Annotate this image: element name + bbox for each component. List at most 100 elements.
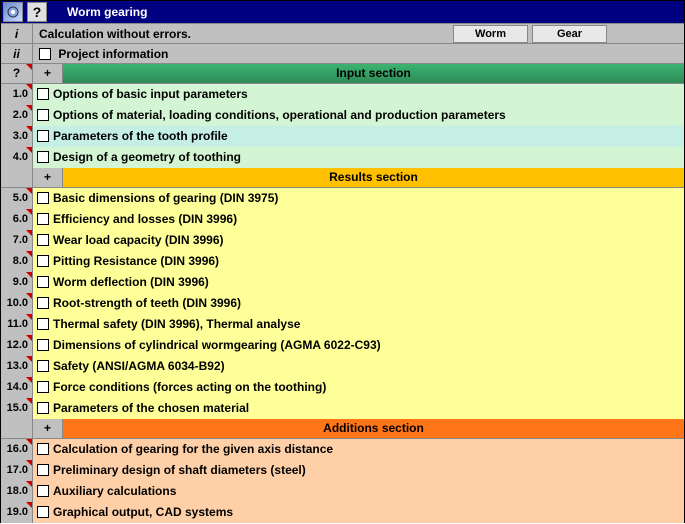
list-item[interactable]: 2.0 Options of material, loading conditio…	[1, 104, 684, 125]
list-item[interactable]: 4.0 Design of a geometry of toothing	[1, 146, 684, 167]
item-label: Root-strength of teeth (DIN 3996)	[53, 296, 241, 310]
item-label: Thermal safety (DIN 3996), Thermal analy…	[53, 317, 300, 331]
item-index: 15.0	[1, 398, 33, 419]
item-checkbox[interactable]	[37, 318, 49, 330]
item-label: Options of material, loading conditions,…	[53, 108, 506, 122]
item-checkbox[interactable]	[37, 360, 49, 372]
item-checkbox[interactable]	[37, 506, 49, 518]
list-item[interactable]: 10.0Root-strength of teeth (DIN 3996)	[1, 292, 684, 313]
list-item[interactable]: 19.0Graphical output, CAD systems	[1, 501, 684, 522]
item-content: Basic dimensions of gearing (DIN 3975)	[33, 188, 684, 209]
item-checkbox[interactable]	[37, 381, 49, 393]
list-item[interactable]: 3.0Parameters of the tooth profile	[1, 125, 684, 146]
item-checkbox[interactable]	[37, 109, 49, 121]
item-label: Force conditions (forces acting on the t…	[53, 380, 326, 394]
item-index: 18.0	[1, 481, 33, 502]
item-index: 14.0	[1, 377, 33, 398]
item-checkbox[interactable]	[37, 339, 49, 351]
item-index: 2.0	[1, 105, 33, 126]
item-index: 6.0	[1, 209, 33, 230]
list-item[interactable]: 9.0 Worm deflection (DIN 3996)	[1, 271, 684, 292]
tab-worm[interactable]: Worm	[453, 25, 528, 43]
item-content: Parameters of the chosen material	[33, 398, 684, 419]
item-checkbox[interactable]	[37, 464, 49, 476]
item-checkbox[interactable]	[37, 88, 49, 100]
list-item[interactable]: 8.0Pitting Resistance (DIN 3996)	[1, 250, 684, 271]
item-content: Graphical output, CAD systems	[33, 502, 684, 523]
help-button[interactable]: ?	[27, 2, 47, 22]
item-index: 7.0	[1, 230, 33, 251]
item-label: Worm deflection (DIN 3996)	[53, 275, 209, 289]
section-additions-header: + Additions section	[1, 418, 684, 438]
item-index: 12.0	[1, 335, 33, 356]
project-info-checkbox[interactable]	[39, 48, 51, 60]
tab-gear[interactable]: Gear	[532, 25, 607, 43]
project-info-row[interactable]: ii Project information	[1, 43, 684, 63]
item-content: Wear load capacity (DIN 3996)	[33, 230, 684, 251]
section-additions-expand[interactable]: +	[33, 419, 63, 438]
item-checkbox[interactable]	[37, 151, 49, 163]
item-content: Preliminary design of shaft diameters (s…	[33, 460, 684, 481]
item-checkbox[interactable]	[37, 276, 49, 288]
list-item[interactable]: 15.0Parameters of the chosen material	[1, 397, 684, 418]
section-input-expand[interactable]: +	[33, 64, 63, 83]
item-checkbox[interactable]	[37, 485, 49, 497]
item-content: Pitting Resistance (DIN 3996)	[33, 251, 684, 272]
status-text: Calculation without errors.	[39, 27, 451, 41]
item-checkbox[interactable]	[37, 234, 49, 246]
item-checkbox[interactable]	[37, 297, 49, 309]
section-additions-collapse[interactable]	[1, 419, 33, 438]
section-input-header: ? + Input section	[1, 63, 684, 83]
item-index: 16.0	[1, 439, 33, 460]
list-item[interactable]: 13.0Safety (ANSI/AGMA 6034-B92)	[1, 355, 684, 376]
list-item[interactable]: 18.0 Auxiliary calculations	[1, 480, 684, 501]
section-results-collapse[interactable]	[1, 168, 33, 187]
item-checkbox[interactable]	[37, 443, 49, 455]
item-label: Basic dimensions of gearing (DIN 3975)	[53, 191, 278, 205]
item-index: 17.0	[1, 460, 33, 481]
list-item[interactable]: 5.0 Basic dimensions of gearing (DIN 3975…	[1, 187, 684, 208]
gear-icon	[3, 2, 23, 22]
item-index: 9.0	[1, 272, 33, 293]
item-content: Safety (ANSI/AGMA 6034-B92)	[33, 356, 684, 377]
section-results-header: + Results section	[1, 167, 684, 187]
item-content: Worm deflection (DIN 3996)	[33, 272, 684, 293]
item-label: Pitting Resistance (DIN 3996)	[53, 254, 219, 268]
item-label: Preliminary design of shaft diameters (s…	[53, 463, 306, 477]
item-index: 1.0	[1, 84, 33, 105]
section-results-expand[interactable]: +	[33, 168, 63, 187]
item-index: 4.0	[1, 147, 33, 168]
item-label: Design of a geometry of toothing	[53, 150, 241, 164]
item-index: 11.0	[1, 314, 33, 335]
app-frame: ? Worm gearing i Calculation without err…	[0, 0, 685, 523]
item-content: Efficiency and losses (DIN 3996)	[33, 209, 684, 230]
list-item[interactable]: 6.0 Efficiency and losses (DIN 3996)	[1, 208, 684, 229]
list-item[interactable]: 16.0Calculation of gearing for the given…	[1, 438, 684, 459]
item-label: Dimensions of cylindrical wormgearing (A…	[53, 338, 381, 352]
status-index: i	[1, 24, 33, 44]
item-index: 13.0	[1, 356, 33, 377]
info-index: ii	[1, 44, 33, 64]
status-row: i Calculation without errors. Worm Gear	[1, 23, 684, 43]
item-index: 5.0	[1, 188, 33, 209]
list-item[interactable]: 17.0 Preliminary design of shaft diameter…	[1, 459, 684, 480]
section-additions-title: Additions section	[63, 419, 684, 438]
title-bar: ? Worm gearing	[1, 1, 684, 23]
section-input-title: Input section	[63, 64, 684, 83]
item-checkbox[interactable]	[37, 255, 49, 267]
section-input-collapse[interactable]: ?	[1, 64, 33, 83]
item-checkbox[interactable]	[37, 213, 49, 225]
item-label: Graphical output, CAD systems	[53, 505, 233, 519]
item-content: Root-strength of teeth (DIN 3996)	[33, 293, 684, 314]
item-label: Auxiliary calculations	[53, 484, 176, 498]
item-label: Efficiency and losses (DIN 3996)	[53, 212, 237, 226]
list-item[interactable]: 1.0Options of basic input parameters	[1, 83, 684, 104]
list-item[interactable]: 7.0Wear load capacity (DIN 3996)	[1, 229, 684, 250]
list-item[interactable]: 12.0 Dimensions of cylindrical wormgearin…	[1, 334, 684, 355]
item-checkbox[interactable]	[37, 130, 49, 142]
item-checkbox[interactable]	[37, 192, 49, 204]
list-item[interactable]: 14.0 Force conditions (forces acting on t…	[1, 376, 684, 397]
item-content: Options of basic input parameters	[33, 84, 684, 105]
item-checkbox[interactable]	[37, 402, 49, 414]
list-item[interactable]: 11.0 Thermal safety (DIN 3996), Thermal a…	[1, 313, 684, 334]
